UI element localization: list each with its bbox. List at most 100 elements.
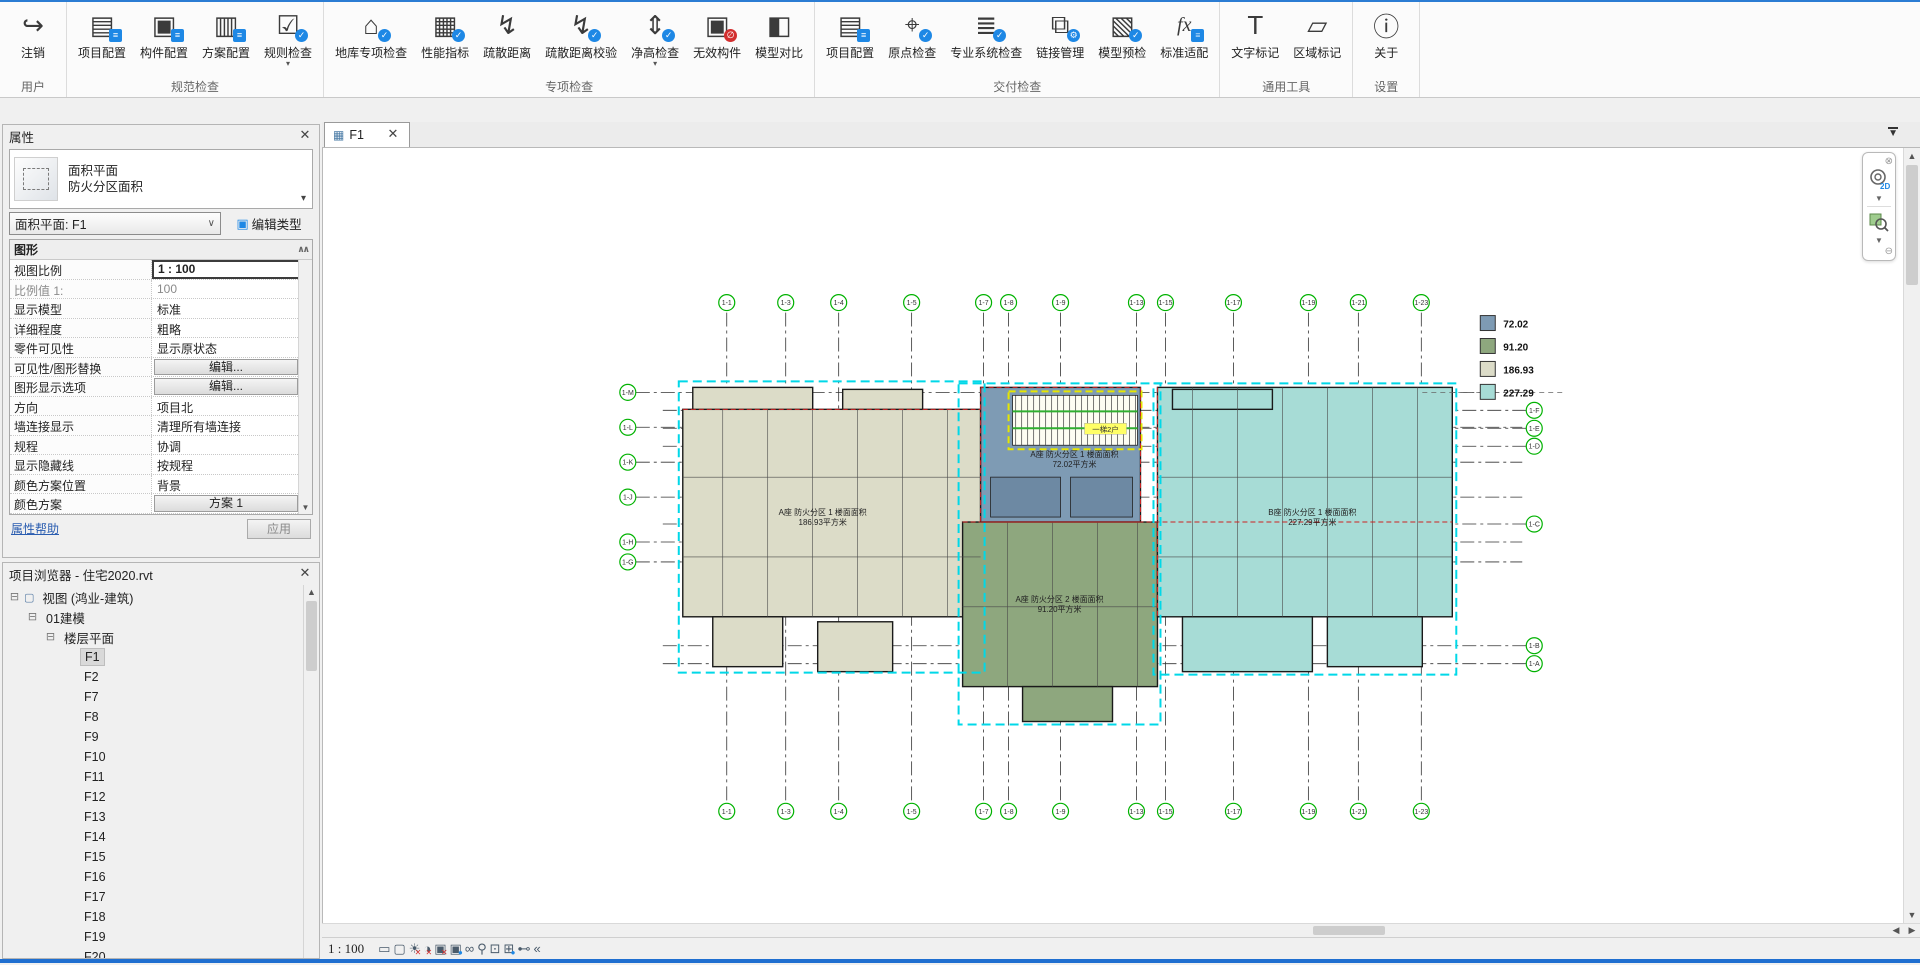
tree-item-01-[interactable]: ⊟01建模 [7, 607, 319, 627]
grid-bubble-top[interactable]: 1-19 [1300, 295, 1316, 311]
visual-style-icon[interactable]: ▢ [393, 941, 405, 956]
project-config-button[interactable]: ▤≡项目配置 [71, 4, 133, 70]
property-value[interactable]: 标准 [152, 299, 312, 318]
crop-region-icon[interactable]: ⊡ [490, 941, 501, 956]
minimize-icon[interactable]: ⊖ [1885, 246, 1893, 257]
tree-item-f20[interactable]: F20 [7, 947, 319, 958]
grid-bubble-bottom[interactable]: 1-15 [1157, 803, 1173, 819]
scheme-config-button[interactable]: ▥≡方案配置 [195, 4, 257, 70]
grid-bubble-left[interactable]: 1-H [620, 534, 636, 550]
grid-bubble-top[interactable]: 1-1 [719, 295, 735, 311]
model-compare-button[interactable]: ◧模型对比 [748, 4, 810, 70]
tree-item-f9[interactable]: F9 [7, 727, 319, 747]
grid-bubble-left[interactable]: 1-G [620, 554, 636, 570]
property-value[interactable]: 粗略 [152, 319, 312, 338]
grid-bubble-bottom[interactable]: 1-3 [778, 803, 794, 819]
grid-bubble-top[interactable]: 1-5 [904, 295, 920, 311]
grid-bubble-left[interactable]: 1-K [620, 454, 636, 470]
performance-index-button[interactable]: ▦✓性能指标 [414, 4, 476, 70]
grid-bubble-bottom[interactable]: 1-17 [1225, 803, 1241, 819]
scroll-left-icon[interactable]: ◀ [1888, 924, 1904, 937]
edit-type-button[interactable]: ▣ 编辑类型 [225, 212, 313, 235]
close-icon[interactable]: ✕ [297, 128, 313, 144]
origin-check-button[interactable]: ⌖✓原点检查 [881, 4, 943, 70]
grid-bubble-left[interactable]: 1-M [620, 384, 636, 400]
chevron-down-icon[interactable]: ▼ [1875, 235, 1883, 246]
grid-bubble-top[interactable]: 1-9 [1053, 295, 1069, 311]
link-manage-button[interactable]: ⧉⚙链接管理 [1029, 4, 1091, 70]
text-tag-button[interactable]: T文字标记 [1224, 4, 1286, 70]
property-value[interactable]: 1 : 100 [152, 260, 312, 279]
grid-bubble-bottom[interactable]: 1-5 [904, 803, 920, 819]
delivery-project-config-button[interactable]: ▤≡项目配置 [819, 4, 881, 70]
scroll-up-icon[interactable]: ▲ [304, 585, 319, 600]
tree-item-f19[interactable]: F19 [7, 927, 319, 947]
scroll-down-icon[interactable]: ▼ [299, 501, 312, 514]
measure-icon[interactable]: ⊷ [517, 941, 530, 956]
property-value[interactable]: 显示原状态 [152, 338, 312, 357]
clear-height-check-button[interactable]: ⇕✓净高检查▾ [624, 4, 686, 70]
grid-bubble-right[interactable]: 1-F [1526, 402, 1542, 418]
close-tab-icon[interactable]: ✕ [385, 127, 401, 143]
property-value[interactable]: 清理所有墙连接 [152, 416, 312, 435]
tree-item-f1[interactable]: F1 [7, 647, 319, 667]
grid-bubble-top[interactable]: 1-15 [1157, 295, 1173, 311]
grid-bubble-bottom[interactable]: 1-9 [1053, 803, 1069, 819]
shadows-icon[interactable]: ◑✕ [423, 941, 431, 956]
grid-bubble-top[interactable]: 1-21 [1350, 295, 1366, 311]
grid-bubble-left[interactable]: 1-L [620, 419, 636, 435]
collapse-section-icon[interactable]: ∧∧ [297, 244, 308, 255]
evacuation-distance-button[interactable]: ↯疏散距离 [476, 4, 538, 70]
grid-bubble-top[interactable]: 1-3 [778, 295, 794, 311]
property-value[interactable]: 背景 [152, 475, 312, 494]
view-scale[interactable]: 1 : 100 [328, 941, 364, 957]
tree-item-f12[interactable]: F12 [7, 787, 319, 807]
chevron-down-icon[interactable]: ▾ [286, 61, 290, 69]
chevron-down-icon[interactable]: ▾ [299, 193, 308, 204]
about-button[interactable]: ⓘ关于 [1357, 4, 1415, 70]
chevron-down-icon[interactable]: ▼ [1875, 193, 1883, 204]
tree-item-f14[interactable]: F14 [7, 827, 319, 847]
scroll-up-icon[interactable]: ▲ [1904, 148, 1920, 164]
property-help-link[interactable]: 属性帮助 [11, 520, 247, 537]
property-grid-scrollbar[interactable]: ▼ [298, 260, 312, 514]
grid-bubble-right[interactable]: 1-E [1526, 420, 1542, 436]
grid-bubble-left[interactable]: 1-J [620, 489, 636, 505]
tree-item-f10[interactable]: F10 [7, 747, 319, 767]
tab-f1[interactable]: ▦ F1 ✕ [324, 122, 410, 147]
tree-item--[interactable]: ⊟▢视图 (鸿业-建筑) [7, 587, 319, 607]
zoom-icon[interactable] [1866, 209, 1892, 235]
grid-bubble-top[interactable]: 1-23 [1413, 295, 1429, 311]
instance-selector[interactable]: 面积平面: F1 ∨ [9, 212, 221, 235]
reveal-hidden-icon[interactable]: ⚲ [477, 941, 487, 956]
grid-bubble-top[interactable]: 1-4 [831, 295, 847, 311]
component-config-button[interactable]: ▣≡构件配置 [133, 4, 195, 70]
close-icon[interactable]: ⊗ [1885, 156, 1893, 167]
tab-list-icon[interactable]: ▼ [1888, 127, 1898, 139]
grid-bubble-bottom[interactable]: 1-7 [976, 803, 992, 819]
reveal-constraints-icon[interactable]: ⊞● [504, 941, 515, 956]
floor-plan[interactable]: 1-11-11-31-31-41-41-51-51-71-71-81-81-91… [323, 148, 1920, 923]
grid-bubble-bottom[interactable]: 1-4 [831, 803, 847, 819]
horizontal-scrollbar[interactable]: ◀ ▶ [322, 923, 1920, 937]
apply-button[interactable]: 应用 [247, 519, 311, 539]
scrollbar-thumb[interactable] [1313, 926, 1385, 935]
grid-bubble-bottom[interactable]: 1-19 [1300, 803, 1316, 819]
invalid-component-button[interactable]: ▣∅无效构件 [686, 4, 748, 70]
grid-bubble-top[interactable]: 1-7 [976, 295, 992, 311]
grid-bubble-bottom[interactable]: 1-23 [1413, 803, 1429, 819]
temporary-hide-isolate-icon[interactable]: ∞ [465, 941, 474, 956]
scroll-down-icon[interactable]: ▼ [1904, 907, 1920, 923]
property-value[interactable]: 协调 [152, 436, 312, 455]
expander-icon[interactable]: ⊟ [45, 632, 56, 643]
tree-item-f18[interactable]: F18 [7, 907, 319, 927]
system-check-button[interactable]: ≣✓专业系统检查 [943, 4, 1029, 70]
grid-bubble-bottom[interactable]: 1-13 [1128, 803, 1144, 819]
detail-level-icon[interactable]: ▭ [378, 941, 390, 956]
rule-check-button[interactable]: ☑✓规则检查▾ [257, 4, 319, 70]
collapse-icon[interactable]: « [533, 941, 540, 956]
grid-bubble-right[interactable]: 1-B [1526, 638, 1542, 654]
standard-adapt-button[interactable]: fx≡标准适配 [1153, 4, 1215, 70]
grid-bubble-bottom[interactable]: 1-1 [719, 803, 735, 819]
tree-item-f8[interactable]: F8 [7, 707, 319, 727]
